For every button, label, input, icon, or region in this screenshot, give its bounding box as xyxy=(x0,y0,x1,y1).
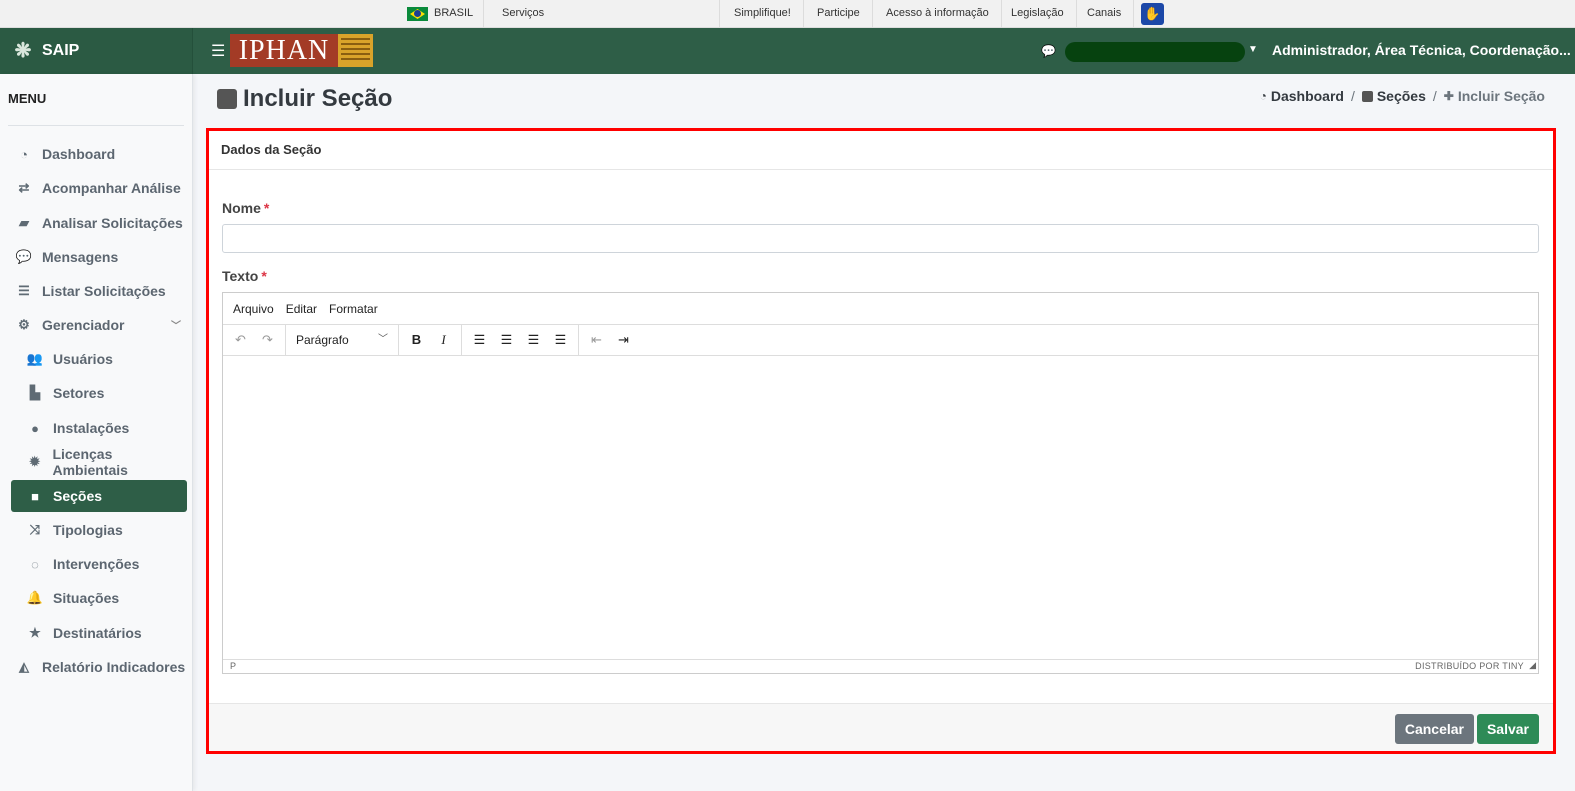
star-icon: ★ xyxy=(29,625,41,640)
sidebar-item-label: Gerenciador xyxy=(42,317,125,333)
area-chart-icon: ◭ xyxy=(19,659,29,674)
cogs-icon: ⚙ xyxy=(18,317,30,332)
menu-title: MENU xyxy=(8,91,47,106)
breadcrumb-dashboard[interactable]: Dashboard xyxy=(1271,88,1344,104)
sidebar-item-acompanhar-analise[interactable]: ⇄ Acompanhar Análise xyxy=(11,172,187,204)
bell-icon: 🔔 xyxy=(26,590,44,605)
iphan-logo-emblem xyxy=(338,34,373,67)
profile-select[interactable] xyxy=(1065,42,1245,62)
sidebar: MENU ◔ Dashboard ⇄ Acompanhar Análise ▰ … xyxy=(0,74,193,791)
highlight-box xyxy=(206,128,1556,754)
dashboard-icon: ◔ xyxy=(20,146,28,162)
gov-brasil-link[interactable]: BRASIL xyxy=(432,0,485,28)
chevron-down-icon: ﹀ xyxy=(171,321,181,332)
circle-notch-icon: ◌ xyxy=(31,556,39,572)
sidebar-item-listar-solicitacoes[interactable]: ☰ Listar Solicitações xyxy=(11,275,187,307)
top-navbar: ❋ SAIP ☰ IPHAN 💬 ▼ Administrador, Área T… xyxy=(0,28,1575,74)
square-icon xyxy=(217,89,237,109)
exchange-icon: ⇄ xyxy=(18,180,30,195)
sidebar-item-label: Tipologias xyxy=(53,522,123,538)
sidebar-item-label: Seções xyxy=(53,488,103,504)
messages-icon[interactable]: 💬 xyxy=(1041,44,1056,58)
gov-link-legislacao[interactable]: Legislação xyxy=(999,0,1077,28)
sidebar-item-usuarios[interactable]: 👥 Usuários xyxy=(11,343,187,375)
square-icon xyxy=(1361,90,1373,102)
sidebar-item-gerenciador[interactable]: ⚙ Gerenciador ﹀ xyxy=(11,309,187,341)
sidebar-item-licencas-ambientais[interactable]: ✹ Licenças Ambientais xyxy=(11,446,187,478)
hamburger-menu-icon[interactable]: ☰ xyxy=(211,41,225,61)
sidebar-item-label: Destinatários xyxy=(53,625,142,641)
iphan-logo: IPHAN xyxy=(230,34,373,67)
random-icon: ⤨ xyxy=(29,522,41,537)
sidebar-item-intervencoes[interactable]: ◌ Intervenções xyxy=(11,548,187,580)
brand-name: SAIP xyxy=(42,42,80,59)
users-icon: 👥 xyxy=(26,351,44,366)
sidebar-item-instalacoes[interactable]: ● Instalações xyxy=(11,412,187,444)
sidebar-item-label: Dashboard xyxy=(42,146,116,162)
sidebar-item-label: Listar Solicitações xyxy=(42,283,166,299)
sidebar-item-secoes[interactable]: ■ Seções xyxy=(11,480,187,512)
certificate-icon: ✹ xyxy=(29,454,41,469)
gov-link-simplifique[interactable]: Simplifique! xyxy=(722,0,804,28)
breadcrumb-secoes[interactable]: Seções xyxy=(1377,88,1426,104)
sidebar-item-relatorio-indicadores[interactable]: ◭ Relatório Indicadores xyxy=(11,651,187,683)
list-icon: ☰ xyxy=(18,283,30,298)
brazil-flag-icon[interactable] xyxy=(407,7,428,21)
breadcrumb-separator: / xyxy=(1432,88,1437,104)
industry-icon: ▙ xyxy=(30,385,40,400)
sidebar-item-tipologias[interactable]: ⤨ Tipologias xyxy=(11,514,187,546)
gov-link-participe[interactable]: Participe xyxy=(805,0,873,28)
plus-icon: ✚ xyxy=(1443,89,1454,103)
sidebar-item-label: Mensagens xyxy=(42,249,119,265)
sidebar-item-situacoes[interactable]: 🔔 Situações xyxy=(11,582,187,614)
sidebar-item-label: Setores xyxy=(53,385,105,401)
comments-icon: 💬 xyxy=(15,249,33,264)
sidebar-item-label: Analisar Solicitações xyxy=(42,215,183,231)
sidebar-item-label: Licenças Ambientais xyxy=(52,446,128,478)
gov-bar: BRASIL Serviços Simplifique! Participe A… xyxy=(0,0,1575,28)
sidebar-item-analisar-solicitacoes[interactable]: ▰ Analisar Solicitações xyxy=(11,207,187,239)
brand[interactable]: ❋ SAIP xyxy=(0,28,193,74)
gov-servicos-label: Serviços xyxy=(502,7,545,19)
sidebar-item-label: Intervenções xyxy=(53,556,140,572)
sidebar-item-destinatarios[interactable]: ★ Destinatários xyxy=(11,617,187,649)
gov-link-acesso-informacao[interactable]: Acesso à informação xyxy=(874,0,1002,28)
dashboard-icon: ◔ xyxy=(1259,89,1267,103)
sidebar-item-label: Instalações xyxy=(53,420,130,436)
gov-servicos-link[interactable]: Serviços xyxy=(490,0,720,28)
breadcrumb-separator: / xyxy=(1350,88,1355,104)
gov-link-canais[interactable]: Canais xyxy=(1075,0,1135,28)
sidebar-item-label: Situações xyxy=(53,590,120,606)
sidebar-item-label: Relatório Indicadores xyxy=(42,659,186,675)
page-title: Incluir Seção xyxy=(217,85,392,113)
brand-leaf-icon: ❋ xyxy=(14,40,32,62)
caret-down-icon[interactable]: ▼ xyxy=(1248,44,1258,55)
sidebar-item-dashboard[interactable]: ◔ Dashboard xyxy=(11,138,187,170)
iphan-logo-text: IPHAN xyxy=(230,34,338,67)
book-icon: ▰ xyxy=(19,215,29,230)
user-name[interactable]: Administrador, Área Técnica, Coordenação… xyxy=(1272,42,1571,58)
page-title-text: Incluir Seção xyxy=(243,85,393,112)
sidebar-item-setores[interactable]: ▙ Setores xyxy=(11,377,187,409)
breadcrumb-current: Incluir Seção xyxy=(1457,88,1545,104)
circle-icon: ● xyxy=(31,420,39,436)
sidebar-item-label: Usuários xyxy=(53,351,113,367)
menu-divider xyxy=(8,125,184,126)
sidebar-item-label: Acompanhar Análise xyxy=(42,180,181,196)
vlibras-hand-icon[interactable]: ✋ xyxy=(1141,3,1164,25)
sidebar-item-mensagens[interactable]: 💬 Mensagens xyxy=(11,241,187,273)
square-icon: ■ xyxy=(31,488,39,504)
breadcrumb: ◔ Dashboard / Seções / ✚ Incluir Seção xyxy=(1260,88,1545,104)
